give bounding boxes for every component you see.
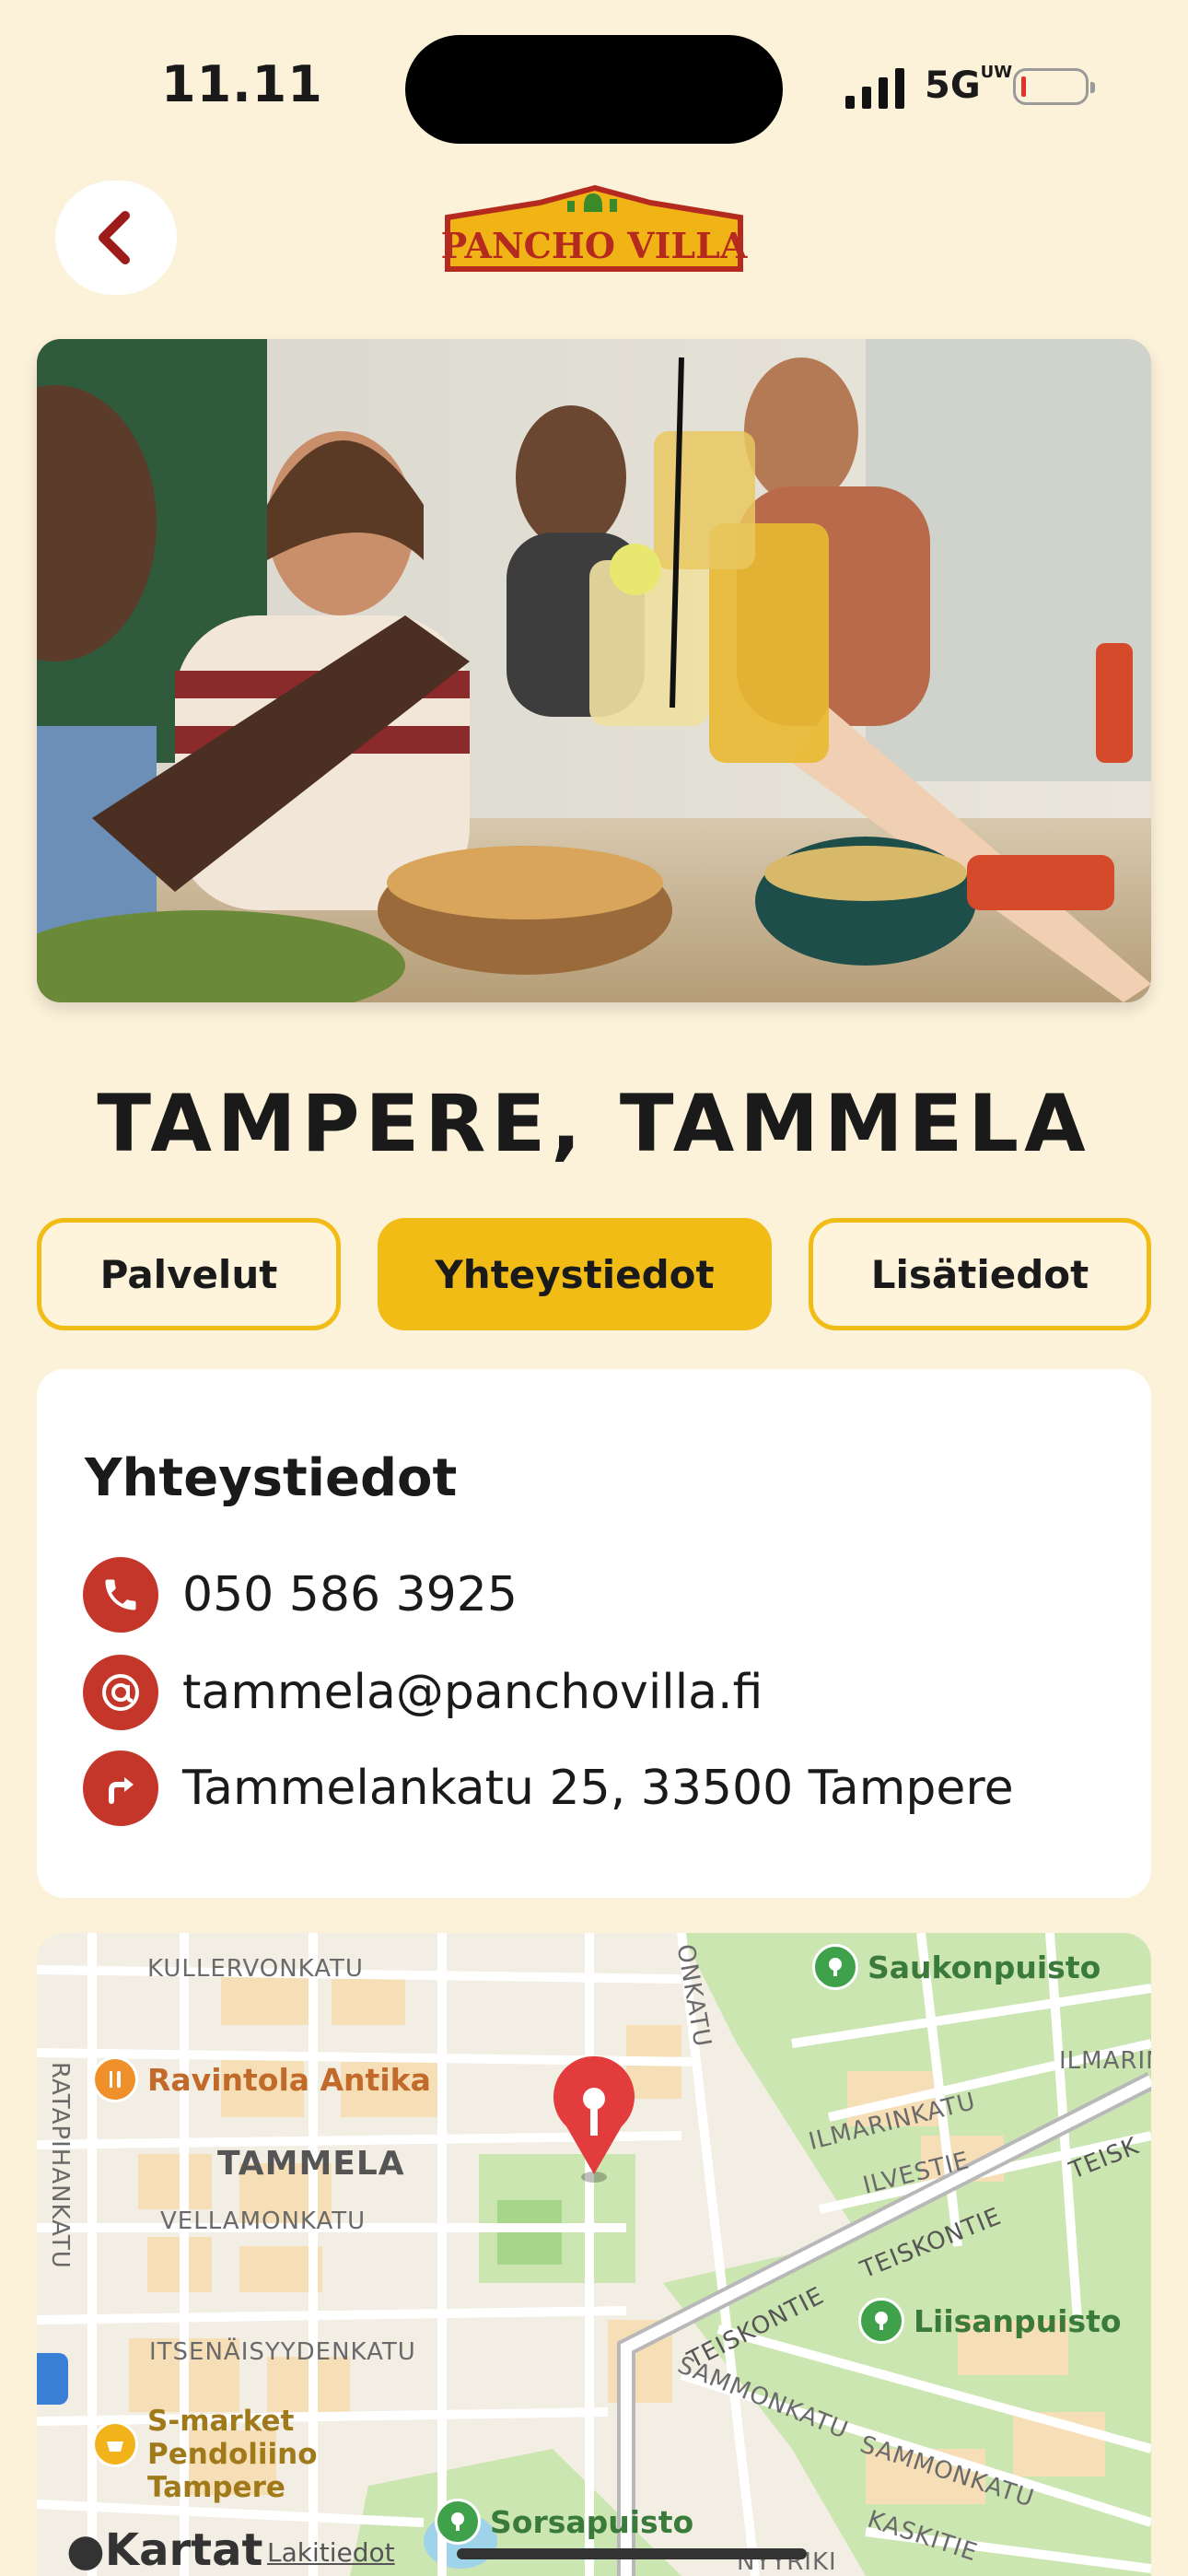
tree-icon bbox=[858, 2298, 904, 2344]
restaurant-title: TAMPERE, TAMMELA bbox=[97, 1078, 1091, 1170]
poi-ravintola-antika[interactable]: Ravintola Antika bbox=[92, 2056, 431, 2102]
shopping-basket-icon bbox=[92, 2421, 138, 2467]
at-sign-icon bbox=[83, 1655, 158, 1730]
contact-heading: Yhteystiedot bbox=[85, 1448, 458, 1508]
phone-icon bbox=[83, 1557, 158, 1633]
district-label: TAMMELA bbox=[217, 2145, 405, 2183]
contact-card: Yhteystiedot 050 586 3925 tammela@pancho… bbox=[37, 1369, 1151, 1898]
battery-icon bbox=[1013, 68, 1095, 105]
street-label: ITSENÄISYYDENKATU bbox=[149, 2338, 416, 2366]
tab-yhteystiedot[interactable]: Yhteystiedot bbox=[378, 1218, 772, 1330]
email-address: tammela@panchovilla.fi bbox=[182, 1665, 763, 1720]
fork-knife-icon bbox=[92, 2056, 138, 2102]
poi-s-market[interactable]: S-market Pendoliino Tampere bbox=[92, 2405, 318, 2504]
home-indicator[interactable] bbox=[457, 2548, 807, 2559]
network-type: 5GUW bbox=[925, 62, 1013, 107]
pancho-villa-logo: PANCHO VILLA bbox=[441, 184, 748, 272]
phone-row[interactable]: 050 586 3925 bbox=[83, 1557, 518, 1633]
phone-number: 050 586 3925 bbox=[182, 1567, 518, 1622]
email-row[interactable]: tammela@panchovilla.fi bbox=[83, 1655, 763, 1730]
logo-text: PANCHO VILLA bbox=[441, 225, 748, 266]
street-address: Tammelankatu 25, 33500 Tampere bbox=[182, 1761, 1014, 1816]
poi-label: Saukonpuisto bbox=[868, 1949, 1101, 1985]
poi-label: S-market Pendoliino Tampere bbox=[147, 2405, 318, 2504]
dynamic-island bbox=[405, 35, 783, 144]
poi-liisanpuisto[interactable]: Liisanpuisto bbox=[858, 2298, 1122, 2344]
chevron-left-icon bbox=[99, 211, 130, 264]
poi-saukonpuisto[interactable]: Saukonpuisto bbox=[812, 1944, 1101, 1990]
directions-icon bbox=[83, 1751, 158, 1826]
poi-label: Ravintola Antika bbox=[147, 2061, 431, 2098]
status-time: 11.11 bbox=[161, 55, 323, 113]
transit-icon[interactable] bbox=[37, 2353, 68, 2405]
hero-photo bbox=[37, 339, 1151, 1002]
tree-icon bbox=[435, 2499, 481, 2545]
tab-palvelut[interactable]: Palvelut bbox=[37, 1218, 341, 1330]
legal-link[interactable]: Lakitiedot bbox=[267, 2537, 395, 2568]
address-row[interactable]: Tammelankatu 25, 33500 Tampere bbox=[83, 1751, 1014, 1826]
street-label: ILMARINK bbox=[1059, 2047, 1151, 2075]
back-button[interactable] bbox=[55, 181, 177, 295]
tree-icon bbox=[812, 1944, 858, 1990]
poi-label: Sorsapuisto bbox=[490, 2503, 694, 2540]
cellular-signal-icon bbox=[845, 68, 904, 109]
street-label: KULLERVONKATU bbox=[147, 1955, 364, 1983]
street-label: VELLAMONKATU bbox=[160, 2207, 367, 2235]
poi-sorsapuisto[interactable]: Sorsapuisto bbox=[435, 2499, 693, 2545]
maps-attribution: ●Kartat bbox=[66, 2524, 263, 2576]
location-map[interactable]: KULLERVONKATU ONKATU RATAPIHANKATU VELLA… bbox=[37, 1933, 1151, 2576]
tab-lisatiedot[interactable]: Lisätiedot bbox=[809, 1218, 1151, 1330]
apple-logo-icon: ● bbox=[66, 2524, 105, 2576]
poi-label: Liisanpuisto bbox=[914, 2302, 1122, 2339]
street-label: RATAPIHANKATU bbox=[46, 2062, 74, 2269]
